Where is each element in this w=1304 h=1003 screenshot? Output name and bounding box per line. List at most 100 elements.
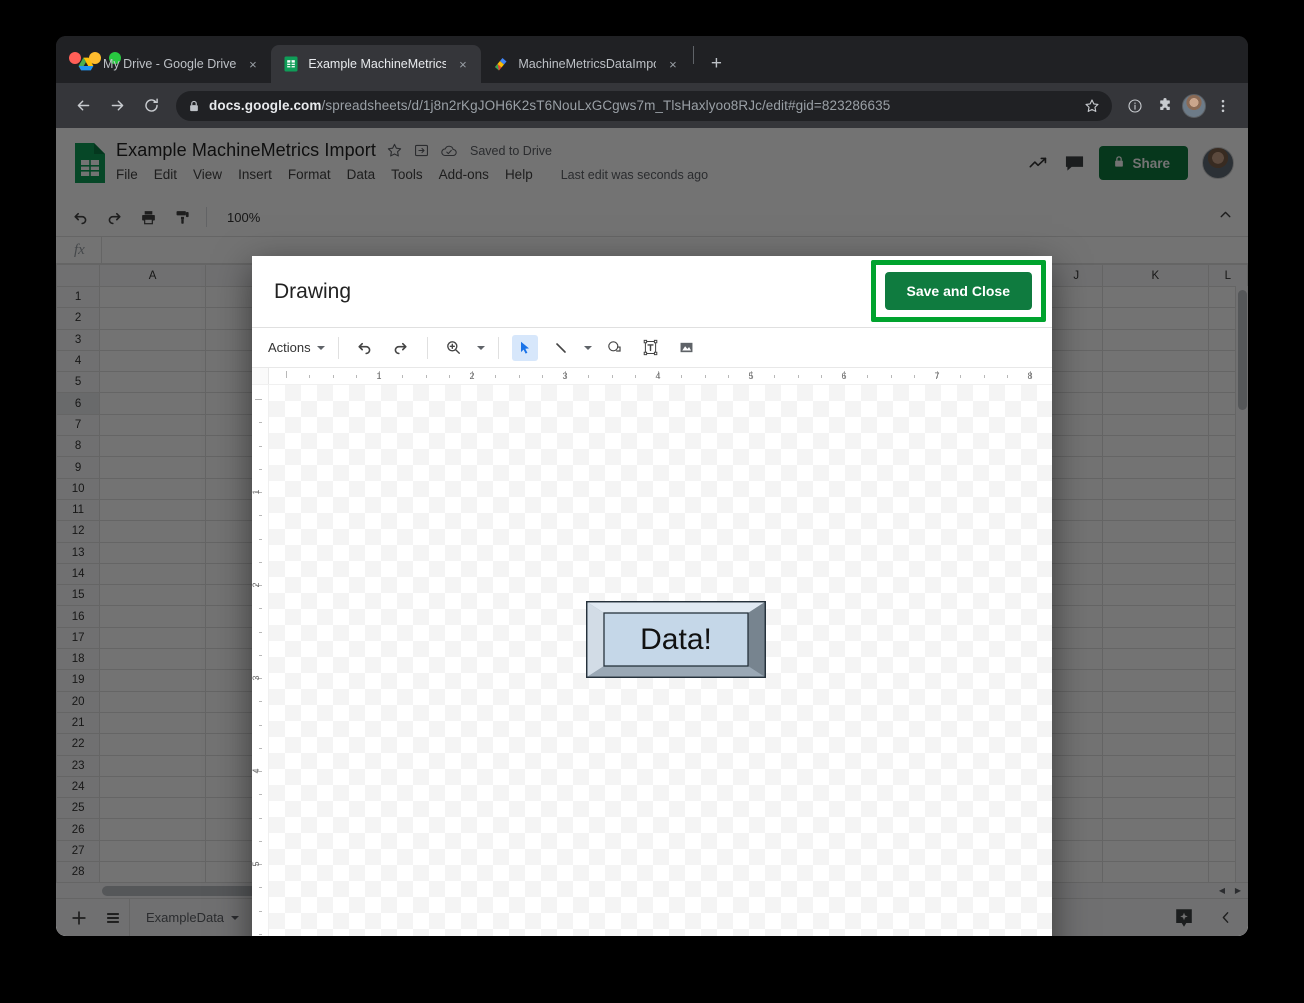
info-circle-icon[interactable] (1122, 93, 1148, 119)
puzzle-piece-icon[interactable] (1152, 93, 1178, 119)
ruler-corner (252, 368, 269, 384)
chevron-down-icon (316, 345, 325, 350)
actions-menu-button[interactable]: Actions (268, 340, 325, 355)
canvas-row: 123456 (252, 385, 1052, 936)
ruler-tick (259, 561, 262, 563)
ruler-tick (259, 747, 262, 749)
ruler-tick (588, 375, 590, 378)
horizontal-ruler-row: 1 2 3 4 5 6 7 8 (252, 368, 1052, 385)
ruler-tick (820, 375, 822, 378)
redo-icon[interactable] (388, 335, 414, 361)
save-and-close-button[interactable]: Save and Close (884, 272, 1032, 310)
drawing-dialog-title: Drawing (274, 279, 352, 303)
three-dot-menu-icon[interactable] (1210, 93, 1236, 119)
line-icon[interactable] (548, 335, 574, 361)
browser-tab-title: MachineMetricsDataImport (518, 57, 657, 71)
ruler-tick (332, 375, 334, 378)
ruler-tick (890, 375, 892, 378)
ruler-label-v-5: 5 (252, 861, 262, 867)
ruler-label-h-4: 4 (655, 371, 661, 381)
ruler-tick (259, 887, 262, 889)
ruler-label-v-4: 4 (252, 768, 262, 774)
ruler-tick (448, 375, 450, 378)
ruler-tick (255, 399, 262, 400)
ruler-tick (402, 375, 404, 378)
toolbar-divider (337, 336, 339, 359)
chevron-down-icon[interactable] (476, 345, 485, 350)
cursor-arrow-icon[interactable] (511, 334, 538, 361)
new-tab-button[interactable]: + (702, 50, 730, 78)
ruler-tick (541, 375, 543, 378)
ruler-tick (681, 375, 683, 378)
shape-label: Data! (640, 622, 712, 656)
ruler-tick (1006, 375, 1008, 378)
ruler-tick (983, 375, 985, 378)
url-address-bar[interactable]: docs.google.com/spreadsheets/d/1j8n2rKgJ… (176, 90, 1112, 121)
zoom-in-icon[interactable] (441, 335, 467, 361)
ruler-tick (960, 375, 962, 378)
image-icon[interactable] (674, 335, 700, 361)
ruler-tick (518, 375, 520, 378)
browser-tab-strip: My Drive - Google Drive × Example Machin… (56, 36, 1248, 83)
shape-icon[interactable] (602, 335, 628, 361)
ruler-label-h-7: 7 (934, 371, 940, 381)
google-drive-icon (78, 56, 94, 72)
drawing-canvas[interactable]: Data! (269, 385, 1052, 936)
text-box-icon[interactable] (638, 335, 664, 361)
ruler-tick (259, 840, 262, 842)
google-sheets-icon (283, 56, 299, 72)
ruler-tick (259, 515, 262, 517)
undo-icon[interactable] (352, 335, 378, 361)
ruler-label-h-6: 6 (841, 371, 847, 381)
browser-tab-my-drive[interactable]: My Drive - Google Drive × (66, 45, 271, 83)
ruler-tick (611, 375, 613, 378)
ruler-tick (259, 631, 262, 633)
ruler-tick (259, 794, 262, 796)
toolbar-divider (426, 336, 428, 359)
url-domain: docs.google.com (209, 98, 322, 113)
ruler-tick (259, 538, 262, 540)
ruler-label-h-8: 8 (1027, 371, 1033, 381)
browser-tab-machinemetricsdataimport[interactable]: MachineMetricsDataImport × (481, 45, 691, 83)
close-icon[interactable]: × (454, 56, 471, 73)
browser-omnibox-bar: docs.google.com/spreadsheets/d/1j8n2rKgJ… (56, 83, 1248, 128)
ruler-tick (259, 701, 262, 703)
ruler-tick (259, 654, 262, 656)
back-button[interactable] (68, 91, 98, 121)
ruler-tick (913, 375, 915, 378)
browser-tab-title: Example MachineMetrics Impo (308, 57, 447, 71)
url-text: docs.google.com/spreadsheets/d/1j8n2rKgJ… (209, 98, 890, 113)
ruler-label-h-2: 2 (469, 371, 475, 381)
drawing-dialog: Drawing Save and Close Actions 1 2 3 4 5… (252, 256, 1052, 936)
browser-tab-title: My Drive - Google Drive (103, 57, 237, 71)
ruler-tick (286, 371, 287, 378)
close-icon[interactable]: × (244, 56, 261, 73)
ruler-tick (259, 468, 262, 470)
browser-tab-example-machinemetrics-import[interactable]: Example MachineMetrics Impo × (271, 45, 482, 83)
vertical-ruler[interactable]: 123456 (252, 385, 269, 936)
actions-menu-label: Actions (268, 340, 311, 355)
profile-avatar[interactable] (1182, 93, 1206, 118)
close-icon[interactable]: × (664, 56, 681, 73)
horizontal-ruler[interactable]: 1 2 3 4 5 6 7 8 (269, 368, 1052, 384)
chevron-down-icon[interactable] (583, 345, 592, 350)
drawing-shape-data[interactable]: Data! (586, 601, 766, 678)
star-icon[interactable] (1076, 98, 1100, 114)
drawing-dialog-header: Drawing Save and Close (252, 256, 1052, 328)
drawing-toolbar: Actions (252, 328, 1052, 368)
ruler-tick (259, 817, 262, 819)
forward-button[interactable] (102, 91, 132, 121)
shape-inner-face: Data! (603, 612, 749, 667)
tab-divider (693, 46, 695, 64)
lock-icon (188, 100, 200, 112)
ruler-tick (259, 933, 262, 935)
ruler-tick (259, 724, 262, 726)
google-apps-script-icon (493, 56, 509, 72)
ruler-label-h-5: 5 (748, 371, 754, 381)
ruler-tick (355, 375, 357, 378)
ruler-tick (704, 375, 706, 378)
ruler-tick (309, 375, 311, 378)
ruler-tick (259, 608, 262, 610)
ruler-label-v-1: 1 (252, 489, 262, 495)
reload-button[interactable] (136, 91, 166, 121)
